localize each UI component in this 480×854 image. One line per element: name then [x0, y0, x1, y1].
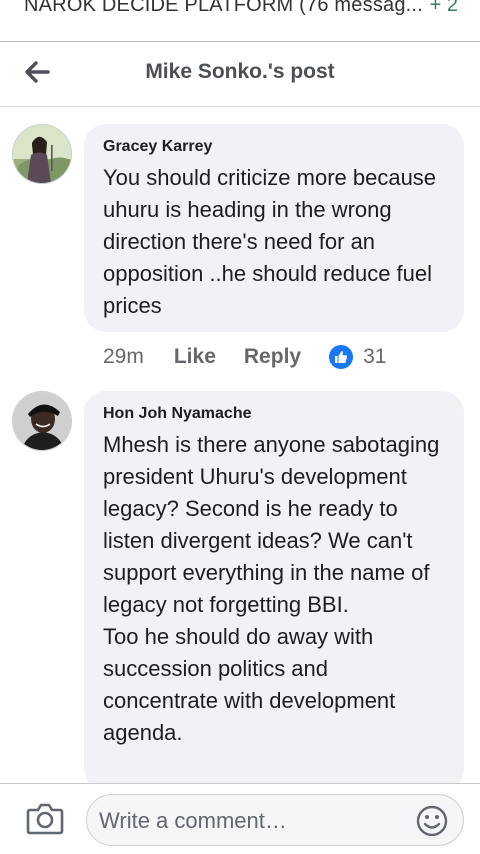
notification-text: NAROK DECIDE PLATFORM (76 messag... [24, 0, 423, 16]
divider [0, 41, 480, 42]
comment-author[interactable]: Hon Joh Nyamache [103, 405, 446, 423]
emoji-button[interactable] [415, 804, 449, 838]
notification-bar[interactable]: NAROK DECIDE PLATFORM (76 messag... + 2 [0, 0, 480, 42]
comment-bubble[interactable]: Gracey Karrey You should criticize more … [84, 124, 464, 332]
comment-text: Mhesh is there anyone sabotaging preside… [103, 432, 440, 745]
comment-bubble[interactable]: Hon Joh Nyamache Mhesh is there anyone s… [84, 391, 464, 791]
comment-actions: 29m Like Reply 31 [103, 342, 386, 372]
reaction-count[interactable]: 31 [363, 345, 386, 369]
comment-timestamp[interactable]: 29m [103, 345, 144, 369]
notification-count: + 2 [429, 0, 458, 16]
post-header: Mike Sonko.'s post [0, 43, 480, 107]
page-title: Mike Sonko.'s post [145, 60, 335, 83]
avatar[interactable] [12, 124, 72, 184]
thumbs-up-icon[interactable] [329, 345, 354, 369]
camera-icon [26, 803, 64, 835]
comment-composer: Write a comment… [0, 783, 480, 854]
like-button[interactable]: Like [174, 345, 216, 369]
comment-placeholder: Write a comment… [99, 808, 287, 833]
avatar[interactable] [12, 391, 72, 451]
comment-input[interactable]: Write a comment… [86, 794, 464, 846]
comment-text: You should criticize more because uhuru … [103, 165, 443, 318]
smiley-icon [416, 805, 448, 837]
comment-author[interactable]: Gracey Karrey [103, 138, 446, 156]
reply-button[interactable]: Reply [244, 345, 301, 369]
camera-button[interactable] [26, 801, 64, 837]
